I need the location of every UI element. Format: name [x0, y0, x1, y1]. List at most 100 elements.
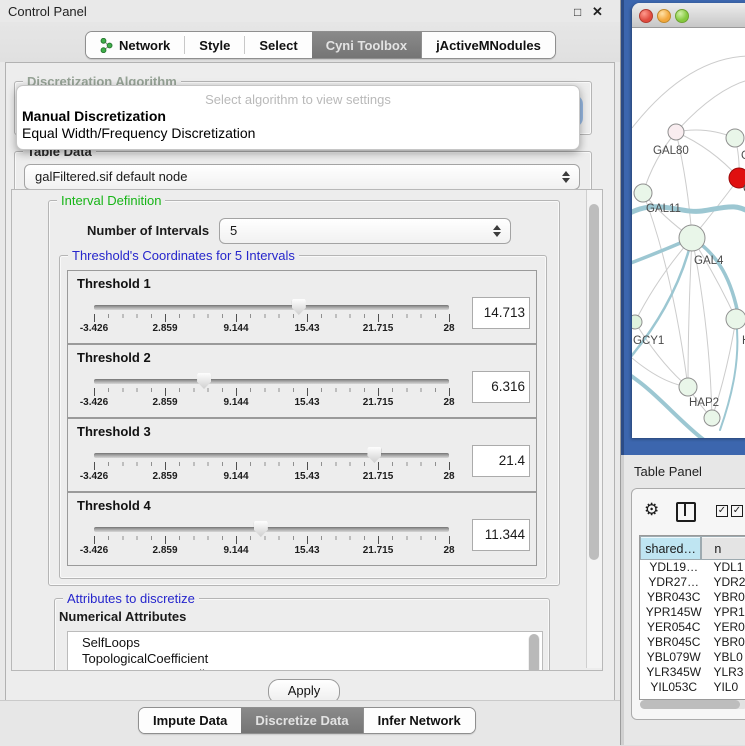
table-row[interactable]: YBL079WYBL0 [640, 650, 745, 665]
network-window-titlebar[interactable] [632, 3, 745, 28]
cell: YDL1 [707, 560, 745, 575]
dropdown-option-equal-width[interactable]: Equal Width/Frequency Discretization [17, 125, 579, 142]
tick-label: 2.859 [152, 323, 177, 334]
node-label: GAL11 [646, 203, 681, 215]
algorithm-dropdown-popup: Select algorithm to view settings Manual… [16, 85, 580, 150]
table-row[interactable]: YDL19…YDL1 [640, 560, 745, 575]
cell: YPR145W [640, 605, 707, 620]
node-label: GAL80 [653, 145, 689, 157]
threshold-4-slider-thumb[interactable] [254, 521, 268, 537]
node-table-panel: ⚙ ✓ ✓ shared… n YDL19…YDL1 YDR27…YDR2 YB… [631, 488, 745, 720]
numerical-attributes-label: Numerical Attributes [59, 609, 186, 624]
float-window-icon[interactable]: □ [574, 5, 581, 19]
cell: YBR043C [640, 590, 707, 605]
close-panel-icon[interactable]: ✕ [592, 4, 603, 20]
interval-definition-group: Interval Definition Number of Intervals … [48, 200, 560, 586]
tick-label: 28 [443, 397, 454, 408]
node-top-right[interactable] [726, 129, 744, 147]
thresholds-group: Threshold's Coordinates for 5 Intervals … [59, 255, 547, 579]
tab-select[interactable]: Select [245, 32, 311, 58]
select-columns-icon[interactable]: ✓ [716, 505, 728, 517]
list-item[interactable]: TopologicalCoefficient [68, 651, 542, 667]
node-gal4[interactable] [679, 225, 705, 251]
tick-label: 9.144 [223, 545, 248, 556]
list-item[interactable]: BetweennessCentrality [68, 667, 542, 671]
tab-jactivemnodules[interactable]: jActiveMNodules [421, 32, 555, 58]
cell: YBR0 [707, 590, 745, 605]
slider-ticks [94, 314, 451, 322]
threshold-2-label: Threshold 2 [77, 350, 151, 365]
threshold-4-value-field[interactable]: 11.344 [472, 519, 530, 551]
panel-title: Control Panel [8, 4, 87, 19]
column-layout-icon[interactable] [676, 502, 696, 522]
node-gal11[interactable] [634, 184, 652, 202]
threshold-2-value-field[interactable]: 6.316 [472, 371, 530, 403]
node-h[interactable] [726, 309, 745, 329]
table-row[interactable]: YBR043CYBR0 [640, 590, 745, 605]
settings-scroll-panel: Interval Definition Number of Intervals … [11, 189, 603, 671]
num-intervals-combobox[interactable]: 5 [219, 218, 511, 244]
tab-style[interactable]: Style [185, 32, 244, 58]
dropdown-placeholder: Select algorithm to view settings [17, 92, 579, 108]
node-label: GAL4 [694, 255, 724, 267]
table-row[interactable]: YER054CYER0 [640, 620, 745, 635]
table-row[interactable]: YBR045CYBR0 [640, 635, 745, 650]
threshold-1-slider-thumb[interactable] [292, 299, 306, 315]
threshold-3-value-field[interactable]: 21.4 [472, 445, 530, 477]
cell: YLR345W [640, 665, 707, 680]
threshold-2-slider[interactable] [94, 379, 449, 384]
tick-label: 28 [443, 471, 454, 482]
cell: YBL079W [640, 650, 707, 665]
network-canvas[interactable]: GAL80 G C GAL11 GAL4 GCY1 H HAP2 [632, 28, 745, 438]
node-gcy1[interactable] [632, 315, 642, 329]
table-row[interactable]: YIL053CYIL0 [640, 680, 745, 695]
column-header-name[interactable]: n [701, 536, 745, 560]
combo-spinner-icon [493, 224, 501, 238]
list-item[interactable]: SelfLoops [68, 632, 542, 651]
settings-vertical-scrollbar[interactable] [586, 190, 602, 668]
tab-network[interactable]: Network [86, 32, 184, 58]
threshold-1-slider[interactable] [94, 305, 449, 310]
table-data-selected: galFiltered.sif default node [35, 169, 187, 184]
minimize-window-icon[interactable] [657, 9, 671, 23]
select-all-columns-icon[interactable]: ✓ [731, 505, 743, 517]
numerical-attributes-list: SelfLoops TopologicalCoefficient Between… [67, 631, 543, 671]
close-window-icon[interactable] [639, 9, 653, 23]
threshold-3-slider[interactable] [94, 453, 449, 458]
tab-discretize-data[interactable]: Discretize Data [241, 708, 362, 733]
threshold-3-slider-thumb[interactable] [367, 447, 381, 463]
tab-infer-network[interactable]: Infer Network [363, 708, 475, 733]
table-row[interactable]: YPR145WYPR1 [640, 605, 745, 620]
network-graph: GAL80 G C GAL11 GAL4 GCY1 H HAP2 [632, 28, 745, 438]
threshold-4-panel: Threshold 4 -3.426 2.859 9.144 15.43 21.… [67, 492, 537, 566]
tick-label: 15.43 [294, 545, 319, 556]
node-bottom[interactable] [704, 410, 720, 426]
table-row[interactable]: YLR345WYLR3 [640, 665, 745, 680]
node-hap2[interactable] [679, 378, 697, 396]
list-scrollbar[interactable] [528, 634, 540, 671]
table-horizontal-scrollbar[interactable] [640, 700, 745, 709]
table-data-combobox[interactable]: galFiltered.sif default node [24, 164, 580, 190]
tick-label: 28 [443, 323, 454, 334]
cell: YBR0 [707, 635, 745, 650]
column-header-shared-name[interactable]: shared… [640, 536, 701, 560]
tab-cyni-toolbox[interactable]: Cyni Toolbox [312, 32, 421, 58]
tick-label: 2.859 [152, 471, 177, 482]
threshold-1-value-field[interactable]: 14.713 [472, 297, 530, 329]
tab-infer-network-label: Infer Network [378, 713, 461, 728]
combo-spinner-icon [562, 170, 570, 184]
tick-label: 9.144 [223, 471, 248, 482]
threshold-2-slider-thumb[interactable] [197, 373, 211, 389]
tab-discretize-data-label: Discretize Data [255, 713, 348, 728]
table-settings-gear-icon[interactable]: ⚙ [644, 501, 659, 518]
table-header-row: shared… n [640, 536, 745, 560]
node-gal80[interactable] [668, 124, 684, 140]
bottom-tab-strip: Impute Data Discretize Data Infer Networ… [0, 700, 620, 746]
threshold-4-slider[interactable] [94, 527, 449, 532]
table-row[interactable]: YDR27…YDR2 [640, 575, 745, 590]
tick-label: 2.859 [152, 397, 177, 408]
dropdown-option-manual[interactable]: Manual Discretization [17, 108, 579, 125]
zoom-window-icon[interactable] [675, 9, 689, 23]
tab-impute-data[interactable]: Impute Data [139, 708, 241, 733]
tick-label: 21.715 [363, 545, 394, 556]
